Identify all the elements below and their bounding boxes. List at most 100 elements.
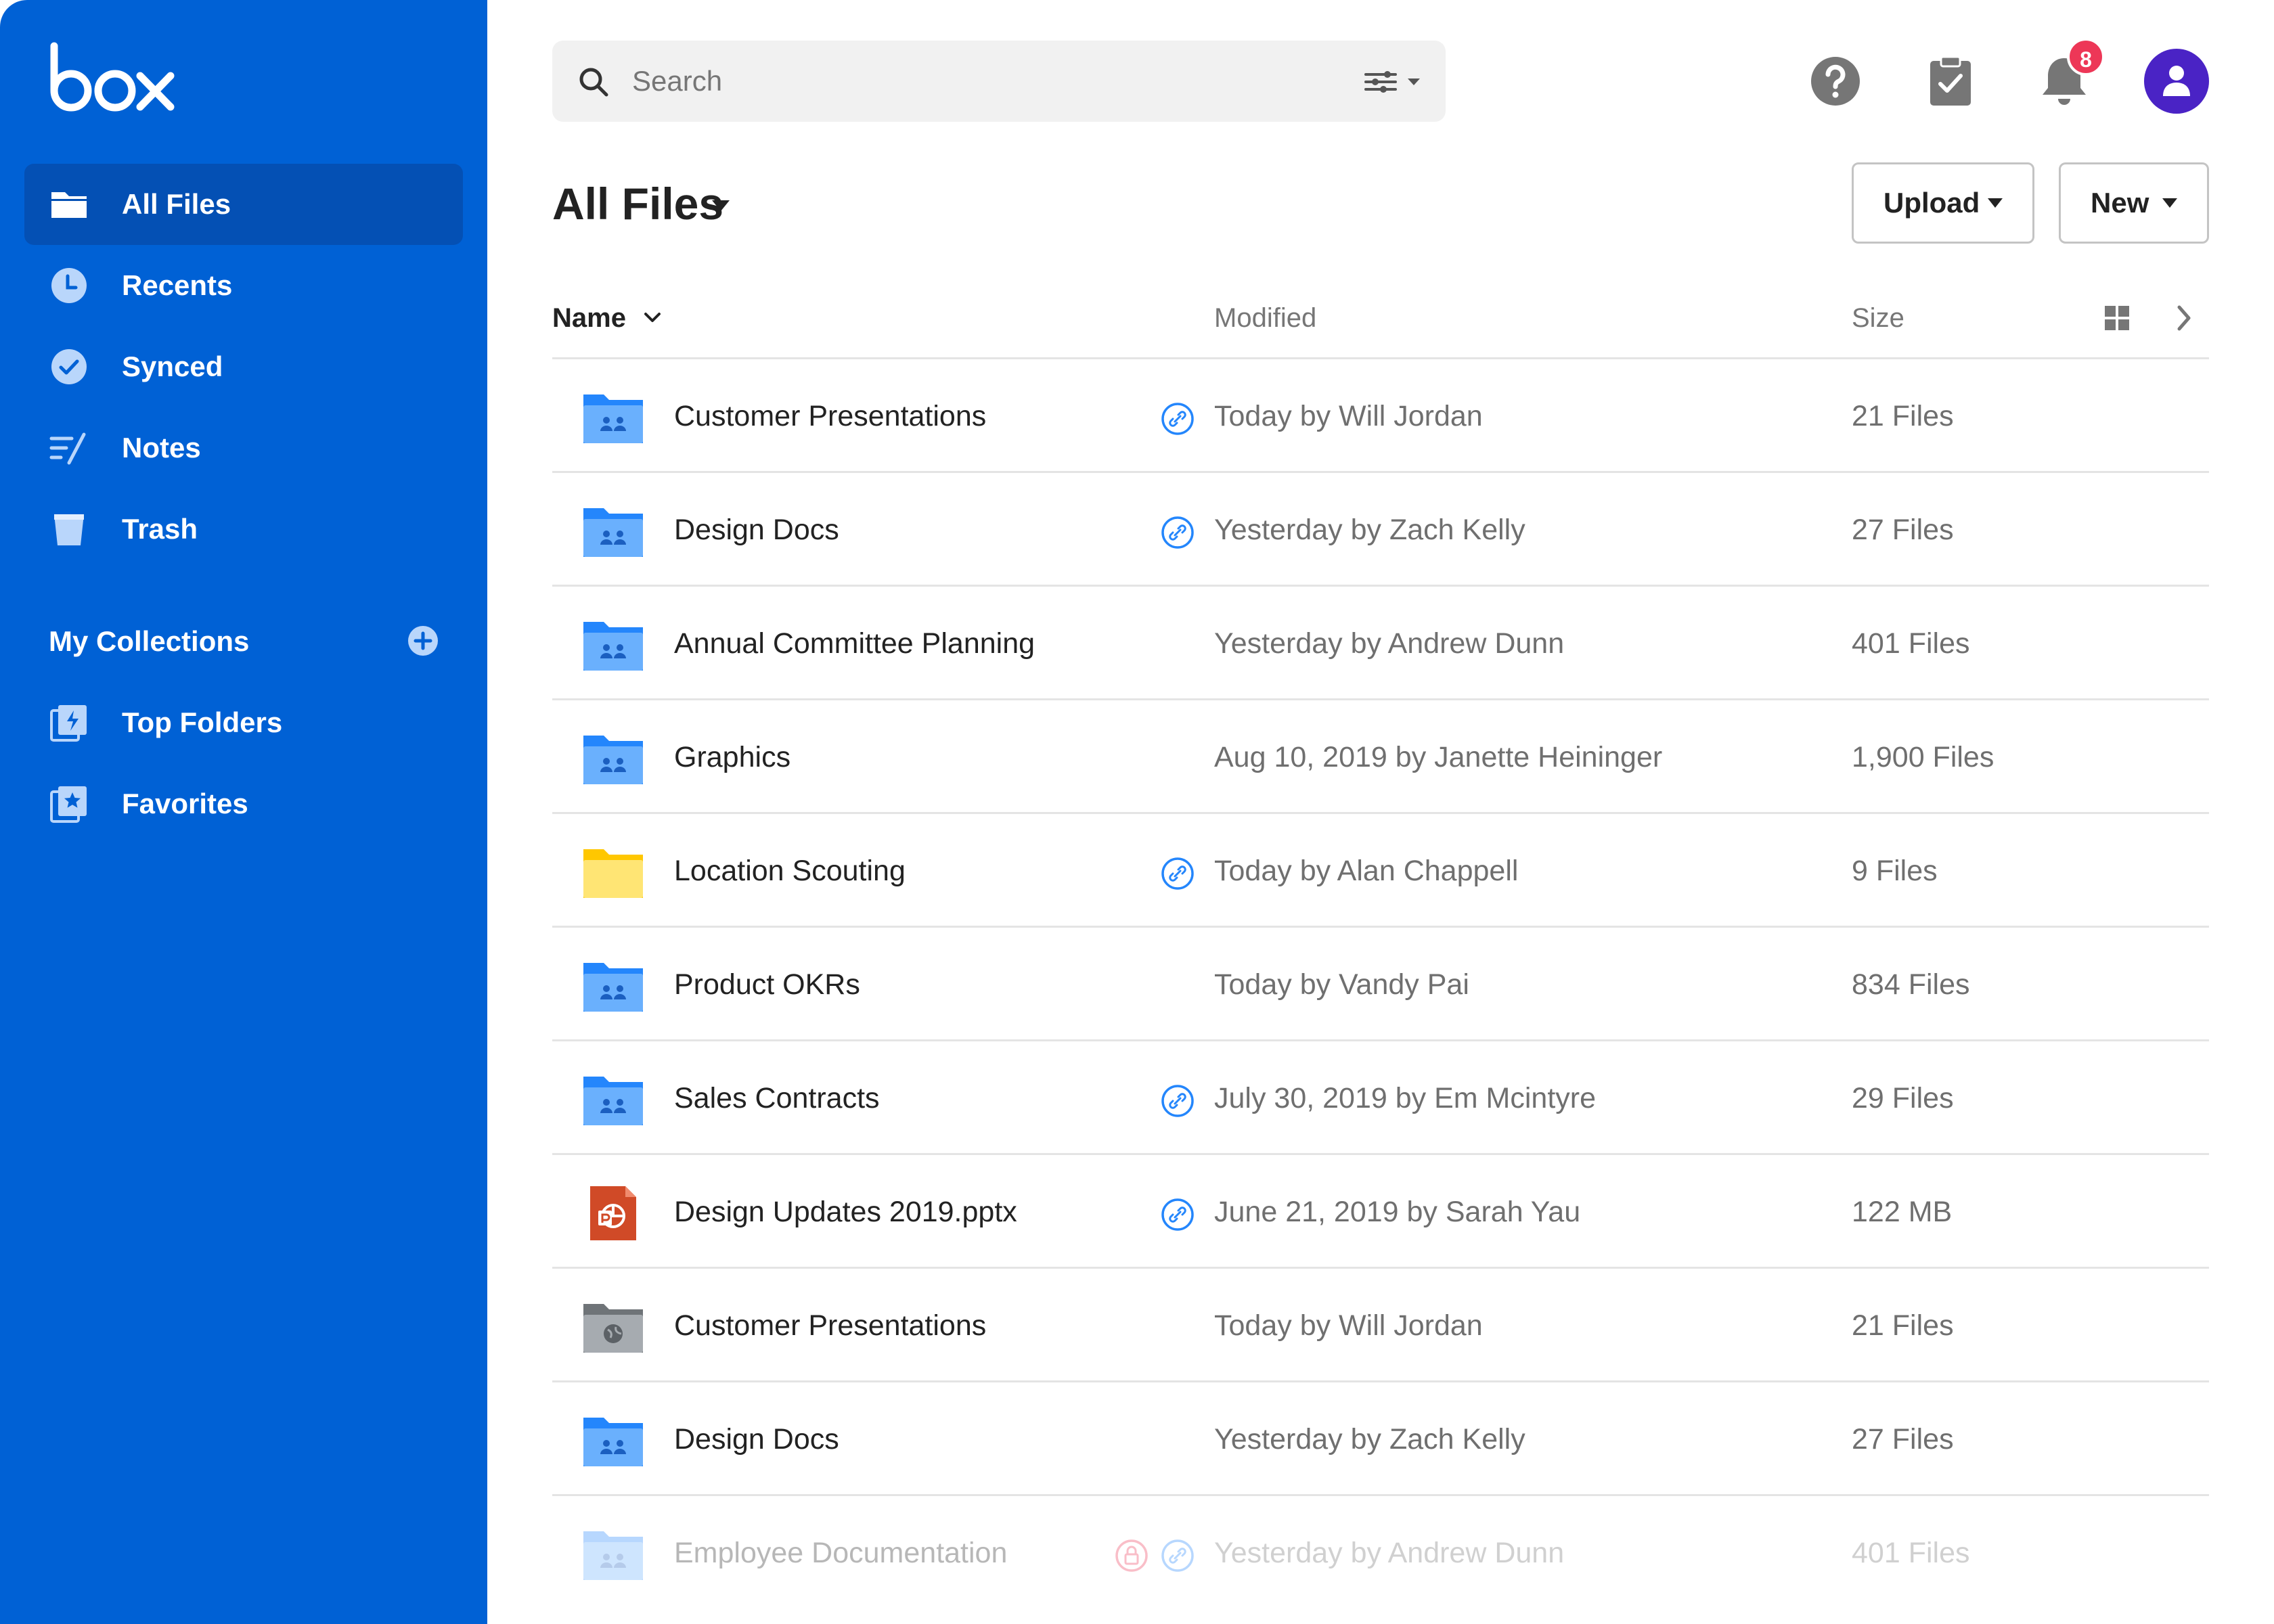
notification-badge: 8 <box>2067 38 2105 76</box>
sidebar-item-trash[interactable]: Trash <box>24 489 463 570</box>
item-name[interactable]: Annual Committee Planning <box>674 587 1035 700</box>
lock-icon[interactable] <box>1114 1538 1149 1573</box>
item-name[interactable]: Product OKRs <box>674 928 860 1041</box>
item-modified: Yesterday by Andrew Dunn <box>1214 1537 1565 1569</box>
item-name[interactable]: Design Docs <box>674 1382 839 1496</box>
collab-folder-icon <box>583 622 643 671</box>
collab-folder-icon <box>583 1077 643 1125</box>
shared-link-icon[interactable] <box>1160 1538 1195 1573</box>
table-row[interactable]: Design Updates 2019.pptx June 21, 2019 b… <box>552 1155 2209 1269</box>
new-button[interactable]: New <box>2059 162 2209 244</box>
filter-options-icon[interactable] <box>1362 65 1427 99</box>
item-name[interactable]: Customer Presentations <box>674 359 986 473</box>
bolt-collection-icon <box>50 705 87 742</box>
sidebar-item-label: Notes <box>122 432 201 464</box>
item-size: 834 Files <box>1852 968 1970 1001</box>
item-modified: Aug 10, 2019 by Janette Heininger <box>1214 741 1663 773</box>
table-row[interactable]: Customer Presentations Today by Will Jor… <box>552 359 2209 473</box>
chevron-down-icon <box>2162 198 2177 208</box>
collab-folder-icon <box>583 736 643 784</box>
item-name[interactable]: Graphics <box>674 700 790 814</box>
collab-folder-icon <box>583 508 643 557</box>
sort-chevron-icon[interactable] <box>643 311 662 325</box>
item-modified: Today by Alan Chappell <box>1214 855 1519 887</box>
clock-icon <box>51 268 87 303</box>
item-name[interactable]: Design Docs <box>674 473 839 587</box>
shared-link-icon[interactable] <box>1160 856 1195 891</box>
shared-link-icon[interactable] <box>1160 1197 1195 1232</box>
column-header-modified[interactable]: Modified <box>1214 298 1316 338</box>
item-name[interactable]: Design Updates 2019.pptx <box>674 1155 1017 1269</box>
star-collection-icon <box>50 786 87 823</box>
item-modified: June 21, 2019 by Sarah Yau <box>1214 1196 1581 1228</box>
add-collection-icon[interactable] <box>406 624 440 658</box>
grid-view-icon[interactable] <box>2103 304 2131 332</box>
folder-icon <box>51 192 87 218</box>
column-header-size[interactable]: Size <box>1852 298 1904 338</box>
help-icon[interactable] <box>1808 54 1863 108</box>
shared-link-icon[interactable] <box>1160 515 1195 550</box>
sidebar-item-notes[interactable]: Notes <box>24 407 463 489</box>
user-icon <box>2163 66 2190 96</box>
avatar[interactable] <box>2144 49 2209 114</box>
table-row[interactable]: Employee Documentation Yesterday by Andr… <box>552 1496 2209 1610</box>
shared-link-icon[interactable] <box>1160 401 1195 436</box>
item-size: 122 MB <box>1852 1196 1953 1228</box>
item-name[interactable]: Sales Contracts <box>674 1041 880 1155</box>
chevron-down-icon <box>1988 198 2003 208</box>
powerpoint-file-icon <box>590 1186 636 1240</box>
table-row[interactable]: Design Docs Yesterday by Zach Kelly 27 F… <box>552 1382 2209 1496</box>
notes-icon <box>49 432 86 465</box>
item-size: 27 Files <box>1852 1423 1954 1456</box>
upload-button-label: Upload <box>1883 187 1980 219</box>
trash-icon <box>54 514 84 545</box>
column-header-name[interactable]: Name <box>552 298 626 338</box>
item-size: 401 Files <box>1852 1537 1970 1569</box>
table-row[interactable]: Customer Presentations Today by Will Jor… <box>552 1269 2209 1382</box>
upload-button[interactable]: Upload <box>1852 162 2034 244</box>
sidebar-item-synced[interactable]: Synced <box>24 326 463 407</box>
sidebar-item-label: Trash <box>122 513 198 545</box>
collab-folder-icon <box>583 963 643 1012</box>
shared-link-icon[interactable] <box>1160 1083 1195 1119</box>
item-name[interactable]: Customer Presentations <box>674 1269 986 1382</box>
chevron-right-icon[interactable] <box>2175 303 2194 333</box>
sidebar-item-label: Recents <box>122 269 233 301</box>
sidebar-item-label: Favorites <box>122 788 248 819</box>
item-modified: Today by Vandy Pai <box>1214 968 1469 1001</box>
box-logo[interactable] <box>49 42 177 112</box>
table-row[interactable]: Product OKRs Today by Vandy Pai 834 File… <box>552 928 2209 1041</box>
chevron-down-icon[interactable] <box>712 200 730 211</box>
table-row[interactable]: Location Scouting Today by Alan Chappell… <box>552 814 2209 928</box>
table-row[interactable]: Sales Contracts July 30, 2019 by Em Mcin… <box>552 1041 2209 1155</box>
item-name[interactable]: Location Scouting <box>674 814 906 928</box>
sidebar-item-label: Synced <box>122 351 223 382</box>
collab-folder-icon <box>583 1418 643 1466</box>
item-modified: Yesterday by Andrew Dunn <box>1214 627 1565 660</box>
item-modified: Today by Will Jordan <box>1214 1309 1483 1342</box>
item-name[interactable]: Employee Documentation <box>674 1496 1007 1610</box>
sidebar-item-recents[interactable]: Recents <box>24 245 463 326</box>
sidebar-item-favorites[interactable]: Favorites <box>24 763 463 844</box>
sidebar-item-top-folders[interactable]: Top Folders <box>24 682 463 763</box>
item-size: 21 Files <box>1852 400 1954 432</box>
collab-folder-icon <box>583 394 643 443</box>
tasks-icon[interactable] <box>1923 54 1978 108</box>
table-row[interactable]: Annual Committee Planning Yesterday by A… <box>552 587 2209 700</box>
search-icon <box>579 68 608 97</box>
table-row[interactable]: Graphics Aug 10, 2019 by Janette Heining… <box>552 700 2209 814</box>
search-input[interactable] <box>632 54 1207 108</box>
collab-folder-icon <box>583 1531 643 1580</box>
personal-folder-icon <box>583 849 643 898</box>
new-button-label: New <box>2091 187 2149 219</box>
item-modified: July 30, 2019 by Em Mcintyre <box>1214 1082 1597 1114</box>
sidebar-item-all-files[interactable]: All Files <box>24 164 463 245</box>
item-modified: Today by Will Jordan <box>1214 400 1483 432</box>
table-row[interactable]: Design Docs Yesterday by Zach Kelly 27 F… <box>552 473 2209 587</box>
page-title[interactable]: All Files <box>552 173 723 234</box>
item-size: 9 Files <box>1852 855 1938 887</box>
sidebar-item-label: All Files <box>122 188 231 220</box>
item-size: 29 Files <box>1852 1082 1954 1114</box>
check-circle-icon <box>51 349 87 384</box>
item-modified: Yesterday by Zach Kelly <box>1214 1423 1525 1456</box>
